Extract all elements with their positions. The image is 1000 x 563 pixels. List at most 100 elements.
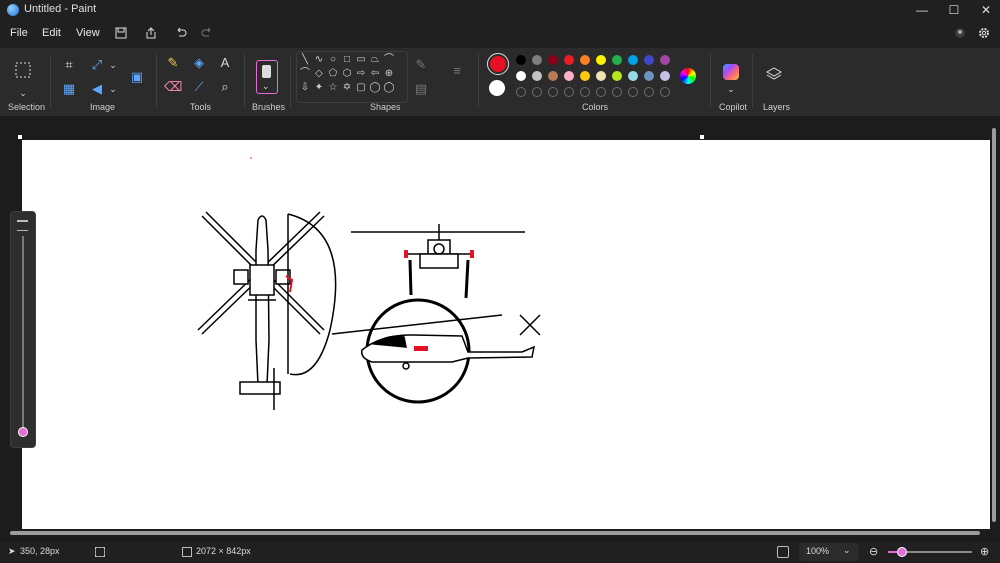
custom-swatch-empty[interactable] (612, 87, 622, 97)
shape-rounded-rectangle[interactable]: ▭ (355, 54, 367, 66)
text-tool-icon[interactable]: A (216, 54, 234, 72)
horizontal-scrollbar[interactable] (10, 530, 992, 536)
custom-swatch-empty[interactable] (660, 87, 670, 97)
redo-icon[interactable] (200, 26, 214, 40)
eraser-icon[interactable]: ⌫ (164, 78, 182, 96)
selection-icon[interactable] (12, 60, 34, 82)
crop-icon[interactable]: ⌗ (60, 56, 78, 74)
zoom-slider-thumb[interactable] (897, 547, 907, 557)
shape-triangle[interactable]: ⌒ (383, 54, 395, 66)
fill-icon[interactable]: ▤ (412, 80, 430, 98)
shape-arrow-up[interactable]: ⊕ (383, 68, 395, 80)
shape-right-triangle[interactable]: ⌒ (299, 68, 311, 80)
swatch-orange[interactable] (580, 55, 590, 65)
shape-star-six[interactable]: ✡ (341, 82, 353, 94)
menu-file[interactable]: File (10, 27, 28, 39)
shape-callout-cloud[interactable]: ◯ (383, 82, 395, 94)
shape-arrow-down[interactable]: ⇩ (299, 82, 311, 94)
shape-star-five[interactable]: ☆ (327, 82, 339, 94)
custom-swatch-empty[interactable] (580, 87, 590, 97)
swatch-turquoise[interactable] (628, 55, 638, 65)
swatch-gold[interactable] (580, 71, 590, 81)
custom-swatch-empty[interactable] (564, 87, 574, 97)
swatch-black[interactable] (516, 55, 526, 65)
custom-swatch-empty[interactable] (532, 87, 542, 97)
swatch-light-yellow[interactable] (596, 71, 606, 81)
save-icon[interactable] (114, 26, 128, 40)
brush-size-slider-thumb[interactable] (18, 427, 28, 437)
vertical-scrollbar[interactable] (991, 122, 997, 528)
copilot-icon[interactable] (723, 64, 739, 80)
maximize-button[interactable]: ☐ (938, 0, 970, 20)
custom-swatch-empty[interactable] (516, 87, 526, 97)
horizontal-scrollbar-thumb[interactable] (10, 531, 980, 535)
undo-icon[interactable] (174, 26, 188, 40)
shape-arrow-right[interactable]: ⇨ (355, 68, 367, 80)
primary-color-ring[interactable] (487, 53, 509, 75)
zoom-in-icon[interactable]: ⊕ (980, 545, 989, 558)
copilot-dropdown-icon[interactable]: ⌄ (722, 80, 740, 98)
shape-rectangle[interactable]: □ (341, 54, 353, 66)
settings-gear-icon[interactable] (977, 26, 991, 40)
swatch-brown[interactable] (548, 71, 558, 81)
shape-diamond[interactable]: ◇ (313, 68, 325, 80)
shape-curve[interactable]: ∿ (313, 54, 325, 66)
pencil-icon[interactable]: ✎ (164, 54, 182, 72)
shape-size-icon[interactable]: ≡ (448, 62, 466, 80)
menu-view[interactable]: View (76, 27, 100, 39)
zoom-select[interactable]: 100% ⌄ (799, 543, 859, 561)
swatch-blue-gray[interactable] (644, 71, 654, 81)
shape-callout-oval[interactable]: ◯ (369, 82, 381, 94)
edit-colors-icon[interactable] (680, 68, 696, 84)
fill-bucket-icon[interactable]: ◈ (190, 54, 208, 72)
swatch-green[interactable] (612, 55, 622, 65)
image-select-icon[interactable]: ▦ (60, 80, 78, 98)
swatch-dark-red[interactable] (548, 55, 558, 65)
swatch-yellow[interactable] (596, 55, 606, 65)
swatch-purple[interactable] (660, 55, 670, 65)
swatch-lavender[interactable] (660, 71, 670, 81)
canvas-resize-handle[interactable] (18, 135, 22, 139)
swatch-red[interactable] (564, 55, 574, 65)
shape-pentagon[interactable]: ⬠ (327, 68, 339, 80)
secondary-color[interactable] (489, 80, 505, 96)
swatch-gray[interactable] (532, 55, 542, 65)
brush-size-track[interactable] (22, 236, 24, 434)
color-picker-icon[interactable]: ⟋ (190, 78, 208, 96)
close-button[interactable]: ✕ (970, 0, 1000, 20)
shape-polygon[interactable]: ⏢ (369, 54, 381, 66)
shape-hexagon[interactable]: ⬡ (341, 68, 353, 80)
swatch-light-gray[interactable] (532, 71, 542, 81)
zoom-out-icon[interactable]: ⊖ (869, 545, 878, 558)
account-icon[interactable] (953, 26, 967, 40)
layers-icon[interactable] (765, 65, 783, 83)
vertical-scrollbar-thumb[interactable] (992, 128, 996, 522)
rotate-dropdown-icon[interactable]: ⌄ (104, 80, 122, 98)
resize-dropdown-icon[interactable]: ⌄ (104, 56, 122, 74)
swatch-rose[interactable] (564, 71, 574, 81)
custom-swatch-empty[interactable] (644, 87, 654, 97)
share-icon[interactable] (144, 26, 158, 40)
custom-swatch-empty[interactable] (628, 87, 638, 97)
custom-swatch-empty[interactable] (596, 87, 606, 97)
shape-star-four[interactable]: ✦ (313, 82, 325, 94)
shape-line[interactable]: ╲ (299, 54, 311, 66)
drawing-canvas[interactable] (22, 140, 990, 529)
minimize-button[interactable]: — (906, 0, 938, 20)
swatch-light-turquoise[interactable] (628, 71, 638, 81)
swatch-lime[interactable] (612, 71, 622, 81)
brushes-button[interactable]: ⌄ (256, 60, 278, 94)
menu-edit[interactable]: Edit (42, 27, 61, 39)
canvas-resize-handle[interactable] (700, 135, 704, 139)
selection-dropdown-icon[interactable]: ⌄ (14, 84, 32, 102)
custom-swatch-empty[interactable] (548, 87, 558, 97)
swatch-indigo[interactable] (644, 55, 654, 65)
shape-arrow-left[interactable]: ⇦ (369, 68, 381, 80)
image-generator-icon[interactable]: ▣ (126, 68, 148, 90)
shape-callout-rect[interactable]: ▢ (355, 82, 367, 94)
fit-to-window-icon[interactable] (777, 546, 789, 558)
shape-oval[interactable]: ○ (327, 54, 339, 66)
magnifier-icon[interactable]: ⌕ (216, 78, 234, 96)
swatch-white[interactable] (516, 71, 526, 81)
outline-icon[interactable]: ✎ (412, 56, 430, 74)
